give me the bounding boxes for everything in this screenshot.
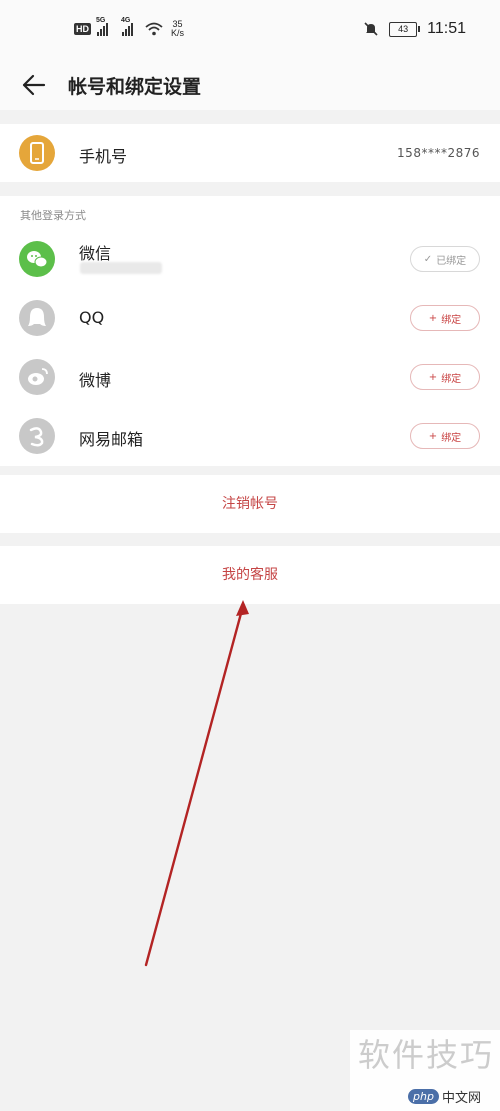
login-item-weibo[interactable]: 微博 + 绑定: [0, 348, 500, 406]
redacted-account-name: [80, 262, 162, 274]
app-bar: 帐号和绑定设置: [0, 62, 500, 110]
bind-button-weibo[interactable]: + 绑定: [410, 364, 480, 390]
bind-button-qq[interactable]: + 绑定: [410, 305, 480, 331]
cellular-signal-icon-2: 4G: [121, 17, 133, 36]
status-right: 43 11:51: [363, 20, 466, 38]
login-item-label: 网易邮箱: [79, 430, 144, 449]
battery-icon: 43: [389, 21, 421, 37]
plus-icon: +: [428, 371, 438, 383]
page-title: 帐号和绑定设置: [68, 76, 202, 98]
mute-bell-icon: [364, 22, 378, 36]
bound-status-label: 已绑定: [436, 255, 467, 267]
netease-mail-icon: [19, 418, 55, 454]
wifi-icon: [145, 22, 163, 36]
network-type-5g: 5G: [96, 17, 106, 24]
watermark-logo: php 中文网: [408, 1087, 481, 1106]
bind-button-label: 绑定: [441, 432, 462, 444]
network-speed: 35 K/s: [171, 20, 184, 38]
login-item-wechat[interactable]: 微信 ✓ 已绑定: [0, 230, 500, 288]
watermark-text: 软件技巧: [358, 1036, 495, 1074]
login-item-netease-mail[interactable]: 网易邮箱 + 绑定: [0, 407, 500, 465]
login-item-qq[interactable]: QQ + 绑定: [0, 289, 500, 347]
phone-icon: [19, 135, 55, 171]
weibo-icon: [19, 359, 55, 395]
status-bar: HD 5G 4G 35 K/s 43 11:51: [0, 0, 500, 62]
wechat-icon: [19, 241, 55, 277]
network-speed-unit: K/s: [171, 28, 185, 38]
login-item-label: 微信: [79, 244, 112, 263]
watermark-cn-text: 中文网: [441, 1091, 481, 1106]
bound-status-button[interactable]: ✓ 已绑定: [410, 246, 480, 272]
bind-button-label: 绑定: [441, 373, 462, 385]
cancel-account-button[interactable]: 注销帐号: [0, 475, 500, 533]
status-left: HD 5G 4G 35 K/s: [74, 17, 184, 38]
phone-card: 手机号 158****2876: [0, 124, 500, 182]
phone-value: 158****2876: [397, 146, 480, 160]
watermark-php-logo: php: [408, 1089, 439, 1104]
customer-service-button[interactable]: 我的客服: [0, 546, 500, 604]
bind-button-netease-mail[interactable]: + 绑定: [410, 423, 480, 449]
section-label-other-login: 其他登录方式: [20, 209, 86, 222]
login-item-label: 微博: [79, 371, 112, 390]
qq-icon: [19, 300, 55, 336]
phone-row[interactable]: 手机号 158****2876: [0, 124, 500, 182]
checkmark-icon: ✓: [423, 253, 433, 265]
clock: 11:51: [427, 20, 466, 37]
arrow-left-icon[interactable]: [20, 70, 50, 100]
plus-icon: +: [428, 312, 438, 324]
hd-icon: HD: [74, 23, 91, 35]
network-type-4g: 4G: [121, 17, 131, 24]
login-item-label: QQ: [79, 308, 105, 327]
bind-button-label: 绑定: [441, 314, 462, 326]
cellular-signal-icon: 5G: [96, 17, 108, 36]
plus-icon: +: [428, 430, 438, 442]
phone-label: 手机号: [79, 147, 128, 166]
